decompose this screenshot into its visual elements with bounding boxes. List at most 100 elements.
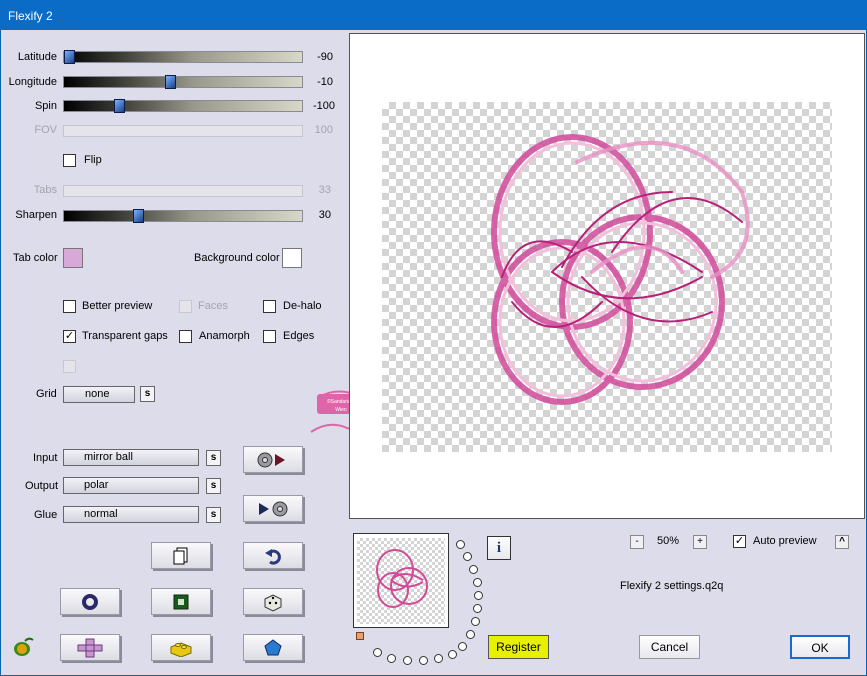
auto-preview-label: Auto preview	[753, 535, 817, 547]
zoom-minus-button[interactable]: -	[630, 535, 644, 549]
ok-button[interactable]: OK	[790, 635, 850, 659]
faces-checkbox	[179, 300, 192, 313]
spin-value: -100	[312, 100, 335, 112]
sharpen-thumb[interactable]	[132, 209, 144, 223]
plus-tab-button[interactable]	[60, 634, 120, 661]
output-label: Output	[25, 480, 59, 492]
square-frame-button[interactable]	[151, 588, 211, 615]
ring-button[interactable]	[60, 588, 120, 615]
info-button[interactable]: i	[487, 536, 511, 560]
history-dot[interactable]	[387, 654, 396, 663]
copy-icon	[173, 547, 188, 564]
undo-button[interactable]	[243, 542, 303, 569]
latitude-value: -90	[317, 51, 333, 63]
plus-tab-icon	[77, 638, 103, 657]
tabs-value: 33	[318, 184, 331, 196]
play-to-sphere-button[interactable]	[243, 495, 303, 522]
anamorph-checkbox[interactable]	[179, 330, 192, 343]
flexified-image	[491, 134, 750, 405]
puzzle-brick-button[interactable]	[151, 634, 211, 661]
sphere-to-play-icon	[257, 452, 285, 467]
history-dot[interactable]	[473, 578, 482, 587]
svg-text:Wien: Wien	[335, 407, 347, 413]
orange-marker-icon[interactable]	[356, 632, 364, 640]
input-select[interactable]: mirror ball	[63, 449, 199, 466]
sphere-to-play-button[interactable]	[243, 446, 303, 473]
preview-panel[interactable]	[349, 33, 865, 519]
spin-thumb[interactable]	[114, 99, 126, 113]
zoom-plus-button[interactable]: +	[693, 535, 707, 549]
thumbnail-canvas	[357, 538, 445, 624]
undo-icon	[265, 548, 281, 565]
latitude-label: Latitude	[17, 51, 57, 63]
collapse-up-button[interactable]: ^	[835, 535, 849, 549]
better-preview-checkbox[interactable]	[63, 300, 76, 313]
longitude-thumb[interactable]	[164, 75, 176, 89]
edges-checkbox[interactable]	[263, 330, 276, 343]
tab-color-label: Tab color	[13, 252, 58, 264]
thumbnail-image	[376, 549, 428, 608]
history-dot[interactable]	[463, 552, 472, 561]
play-to-sphere-icon	[259, 501, 288, 516]
de-halo-label: De-halo	[283, 300, 322, 312]
cancel-button[interactable]: Cancel	[639, 635, 700, 659]
background-color-label: Background color	[194, 252, 280, 264]
flexify-dialog: Latitude -90 Longitude -10 Spin -100 FOV…	[1, 30, 866, 675]
fov-label: FOV	[34, 124, 57, 136]
pentagon-icon	[264, 638, 282, 655]
longitude-slider[interactable]	[63, 75, 303, 89]
spin-label: Spin	[34, 100, 57, 112]
zoom-value: 50%	[657, 535, 680, 547]
puzzle-brick-icon	[170, 641, 192, 657]
history-dot[interactable]	[458, 642, 467, 651]
square-frame-icon	[173, 594, 189, 609]
dice-icon	[264, 593, 282, 612]
latitude-slider[interactable]	[63, 50, 303, 64]
history-dot[interactable]	[466, 630, 475, 639]
disabled-checkbox	[63, 360, 76, 373]
latitude-thumb[interactable]	[64, 50, 75, 64]
transparent-gaps-checkbox[interactable]: ✓	[63, 330, 76, 343]
input-s-button[interactable]: s	[206, 450, 221, 466]
pentagon-button[interactable]	[243, 634, 303, 661]
flip-checkbox[interactable]	[63, 154, 76, 167]
check-mark-icon: ✓	[64, 330, 75, 342]
grid-label: Grid	[36, 388, 57, 400]
history-dot[interactable]	[434, 654, 443, 663]
spin-slider[interactable]	[63, 99, 303, 113]
longitude-label: Longitude	[8, 76, 57, 88]
input-label: Input	[33, 452, 58, 464]
history-dot[interactable]	[469, 565, 478, 574]
de-halo-checkbox[interactable]	[263, 300, 276, 313]
history-dot[interactable]	[456, 540, 465, 549]
background-color-swatch[interactable]	[282, 248, 302, 268]
register-button[interactable]: Register	[488, 635, 549, 659]
history-dot[interactable]	[373, 648, 382, 657]
glue-s-button[interactable]: s	[206, 507, 221, 523]
output-select[interactable]: polar	[63, 477, 199, 494]
dice-button[interactable]	[243, 588, 303, 615]
history-dot[interactable]	[419, 656, 428, 665]
history-dot[interactable]	[403, 656, 412, 665]
tab-color-swatch[interactable]	[63, 248, 83, 268]
history-dot[interactable]	[471, 617, 480, 626]
output-s-button[interactable]: s	[206, 478, 221, 494]
copy-button[interactable]	[151, 542, 211, 569]
navigator-thumbnail[interactable]	[353, 533, 449, 628]
fov-value: 100	[314, 124, 333, 136]
sharpen-slider[interactable]	[63, 209, 303, 223]
anamorph-label: Anamorph	[199, 330, 250, 342]
grid-select[interactable]: none	[63, 386, 135, 403]
auto-preview-checkbox[interactable]: ✓	[733, 535, 746, 548]
tabs-label: Tabs	[33, 184, 57, 196]
history-dot[interactable]	[448, 650, 457, 659]
fov-slider	[63, 125, 303, 137]
history-dot[interactable]	[473, 604, 482, 613]
grid-s-button[interactable]: s	[140, 386, 155, 402]
settings-filename: Flexify 2 settings.q2q	[620, 580, 724, 592]
check-mark-icon: ✓	[734, 535, 745, 547]
glue-select[interactable]: normal	[63, 506, 199, 523]
history-dot[interactable]	[474, 591, 483, 600]
window-title: Flexify 2	[8, 9, 53, 23]
title-bar: Flexify 2	[0, 0, 867, 30]
